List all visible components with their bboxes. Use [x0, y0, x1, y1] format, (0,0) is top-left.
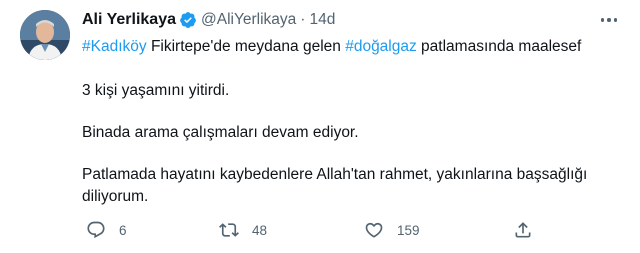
tweet-line-1: #Kadıköy Fikirtepe'de meydana gelen #doğ… — [82, 36, 622, 58]
tweet-card[interactable]: Ali Yerlikaya @AliYerlikaya · 14d #Kadık… — [0, 0, 640, 253]
tweet-actions: 6 48 159 — [82, 218, 622, 242]
like-count: 159 — [397, 222, 420, 238]
reply-count: 6 — [119, 222, 127, 238]
profile-photo-icon — [20, 10, 70, 60]
more-dots-icon[interactable] — [596, 12, 622, 28]
separator-dot: · — [300, 11, 306, 28]
avatar[interactable] — [20, 10, 70, 60]
tweet-timestamp[interactable]: 14d — [309, 11, 335, 29]
verified-badge-icon — [179, 11, 197, 29]
tweet-header: Ali Yerlikaya @AliYerlikaya · 14d — [82, 9, 335, 31]
tweet-line-2: 3 kişi yaşamını yitirdi. — [82, 82, 230, 99]
hashtag-dogalgaz[interactable]: #doğalgaz — [345, 38, 417, 55]
tweet-line-3: Binada arama çalışmaları devam ediyor. — [82, 124, 359, 141]
reply-icon — [87, 221, 105, 239]
retweet-button[interactable]: 48 — [219, 218, 267, 242]
tweet-text: #Kadıköy Fikirtepe'de meydana gelen #doğ… — [82, 36, 622, 208]
author-name[interactable]: Ali Yerlikaya — [82, 11, 176, 29]
tweet-line-4: Patlamada hayatını kaybedenlere Allah'ta… — [82, 166, 588, 205]
retweet-count: 48 — [252, 222, 268, 238]
share-icon — [515, 222, 531, 238]
hashtag-kadikoy[interactable]: #Kadıköy — [82, 38, 147, 55]
share-button[interactable] — [513, 218, 533, 242]
retweet-icon — [219, 223, 239, 237]
tweet-text-part: patlamasında maalesef — [416, 38, 582, 55]
author-handle[interactable]: @AliYerlikaya — [201, 11, 296, 29]
heart-icon — [365, 222, 383, 238]
like-button[interactable]: 159 — [364, 218, 420, 242]
reply-button[interactable]: 6 — [86, 218, 127, 242]
tweet-text-part: Fikirtepe'de meydana gelen — [146, 38, 346, 55]
